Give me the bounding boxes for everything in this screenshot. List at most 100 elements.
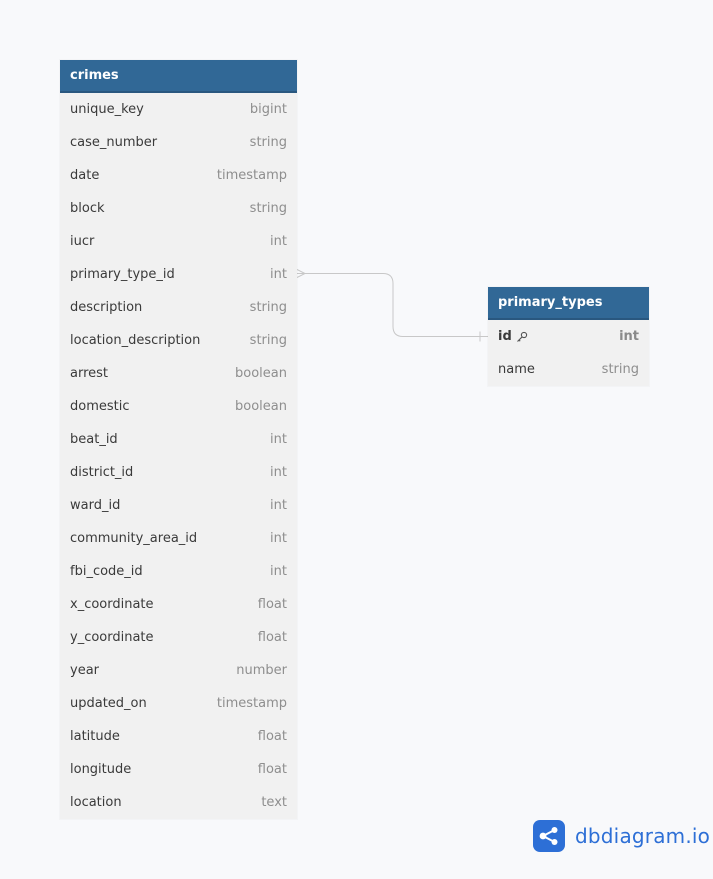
field-name: location_description xyxy=(70,333,200,348)
field-name: ward_id xyxy=(70,498,120,513)
field-row-iucr[interactable]: iucr int xyxy=(60,225,297,258)
field-name: domestic xyxy=(70,399,130,414)
field-type: string xyxy=(249,201,287,216)
field-name: district_id xyxy=(70,465,133,480)
field-row-location[interactable]: location text xyxy=(60,786,297,819)
field-type: timestamp xyxy=(216,168,287,183)
field-name: fbi_code_id xyxy=(70,564,143,579)
field-name: y_coordinate xyxy=(70,630,154,645)
field-name-text: updated_on xyxy=(70,696,147,711)
field-name: unique_key xyxy=(70,102,144,117)
field-row-arrest[interactable]: arrest boolean xyxy=(60,357,297,390)
field-row-y-coordinate[interactable]: y_coordinate float xyxy=(60,621,297,654)
field-name: arrest xyxy=(70,366,108,381)
field-row-location-description[interactable]: location_description string xyxy=(60,324,297,357)
field-row-updated-on[interactable]: updated_on timestamp xyxy=(60,687,297,720)
field-row-name[interactable]: name string xyxy=(488,353,649,386)
field-name: iucr xyxy=(70,234,94,249)
field-type: int xyxy=(270,267,287,282)
field-row-description[interactable]: description string xyxy=(60,291,297,324)
field-row-latitude[interactable]: latitude float xyxy=(60,720,297,753)
field-name: latitude xyxy=(70,729,120,744)
field-type: string xyxy=(249,300,287,315)
field-row-unique-key[interactable]: unique_key bigint xyxy=(60,93,297,126)
field-row-fbi-code-id[interactable]: fbi_code_id int xyxy=(60,555,297,588)
field-name-text: iucr xyxy=(70,234,95,249)
field-name: description xyxy=(70,300,142,315)
relationship-line xyxy=(297,273,488,337)
field-name: block xyxy=(70,201,105,216)
field-type: float xyxy=(257,762,287,777)
field-name: beat_id xyxy=(70,432,118,447)
field-type: boolean xyxy=(235,399,287,414)
field-name: date xyxy=(70,168,99,183)
field-row-block[interactable]: block string xyxy=(60,192,297,225)
table-primary-types[interactable]: primary_types id int name string xyxy=(488,287,649,386)
field-name-text: date xyxy=(70,168,100,183)
table-header-crimes[interactable]: crimes xyxy=(60,60,297,93)
field-type: int xyxy=(270,498,287,513)
field-type: timestamp xyxy=(216,696,287,711)
field-row-ward-id[interactable]: ward_id int xyxy=(60,489,297,522)
field-name-text: location_description xyxy=(70,333,201,348)
field-name-text: unique_key xyxy=(70,102,144,117)
field-type: int xyxy=(619,329,639,344)
field-name-text: name xyxy=(498,362,535,377)
field-name-text: fbi_code_id xyxy=(70,564,143,579)
field-name: longitude xyxy=(70,762,131,777)
field-name: primary_type_id xyxy=(70,267,175,282)
field-name: case_number xyxy=(70,135,157,150)
field-row-domestic[interactable]: domestic boolean xyxy=(60,390,297,423)
field-name: name xyxy=(498,362,535,377)
field-name-text: latitude xyxy=(70,729,120,744)
field-type: string xyxy=(249,333,287,348)
key-icon xyxy=(516,331,528,343)
field-row-beat-id[interactable]: beat_id int xyxy=(60,423,297,456)
field-type: int xyxy=(270,531,287,546)
field-name: location xyxy=(70,795,122,810)
field-type: float xyxy=(257,729,287,744)
table-header-primary-types[interactable]: primary_types xyxy=(488,287,649,320)
field-type: int xyxy=(270,564,287,579)
table-fields-primary-types: id int name string xyxy=(488,320,649,386)
field-name: community_area_id xyxy=(70,531,197,546)
field-name-text: ward_id xyxy=(70,498,121,513)
logo-text: dbdiagram.io xyxy=(575,824,711,848)
field-name-text: beat_id xyxy=(70,432,118,447)
field-row-x-coordinate[interactable]: x_coordinate float xyxy=(60,588,297,621)
field-type: float xyxy=(257,630,287,645)
field-row-id[interactable]: id int xyxy=(488,320,649,353)
field-type: boolean xyxy=(235,366,287,381)
field-name-text: description xyxy=(70,300,143,315)
field-row-date[interactable]: date timestamp xyxy=(60,159,297,192)
field-name-text: y_coordinate xyxy=(70,630,154,645)
field-type: bigint xyxy=(249,102,287,117)
field-name-text: district_id xyxy=(70,465,134,480)
table-crimes[interactable]: crimes unique_key bigint case_number string… xyxy=(60,60,297,819)
field-type: int xyxy=(270,432,287,447)
dbdiagram-logo[interactable]: dbdiagram.io xyxy=(533,820,710,852)
field-name-text: id xyxy=(498,329,512,344)
field-row-case-number[interactable]: case_number string xyxy=(60,126,297,159)
field-row-longitude[interactable]: longitude float xyxy=(60,753,297,786)
field-type: int xyxy=(270,234,287,249)
field-type: int xyxy=(270,465,287,480)
field-row-primary-type-id[interactable]: primary_type_id int xyxy=(60,258,297,291)
field-name-text: x_coordinate xyxy=(70,597,154,612)
field-type: float xyxy=(257,597,287,612)
table-fields-crimes: unique_key bigint case_number string date tim… xyxy=(60,93,297,819)
field-name-text: domestic xyxy=(70,399,130,414)
field-type: number xyxy=(236,663,287,678)
field-name-text: community_area_id xyxy=(70,531,198,546)
field-name-text: block xyxy=(70,201,105,216)
field-name: id xyxy=(498,329,528,344)
share-nodes-icon xyxy=(533,820,565,852)
field-row-community-area-id[interactable]: community_area_id int xyxy=(60,522,297,555)
field-name: year xyxy=(70,663,99,678)
field-name-text: year xyxy=(70,663,100,678)
field-type: string xyxy=(249,135,287,150)
diagram-canvas[interactable]: crimes unique_key bigint case_number string… xyxy=(0,0,713,879)
field-row-year[interactable]: year number xyxy=(60,654,297,687)
field-row-district-id[interactable]: district_id int xyxy=(60,456,297,489)
field-name: updated_on xyxy=(70,696,147,711)
